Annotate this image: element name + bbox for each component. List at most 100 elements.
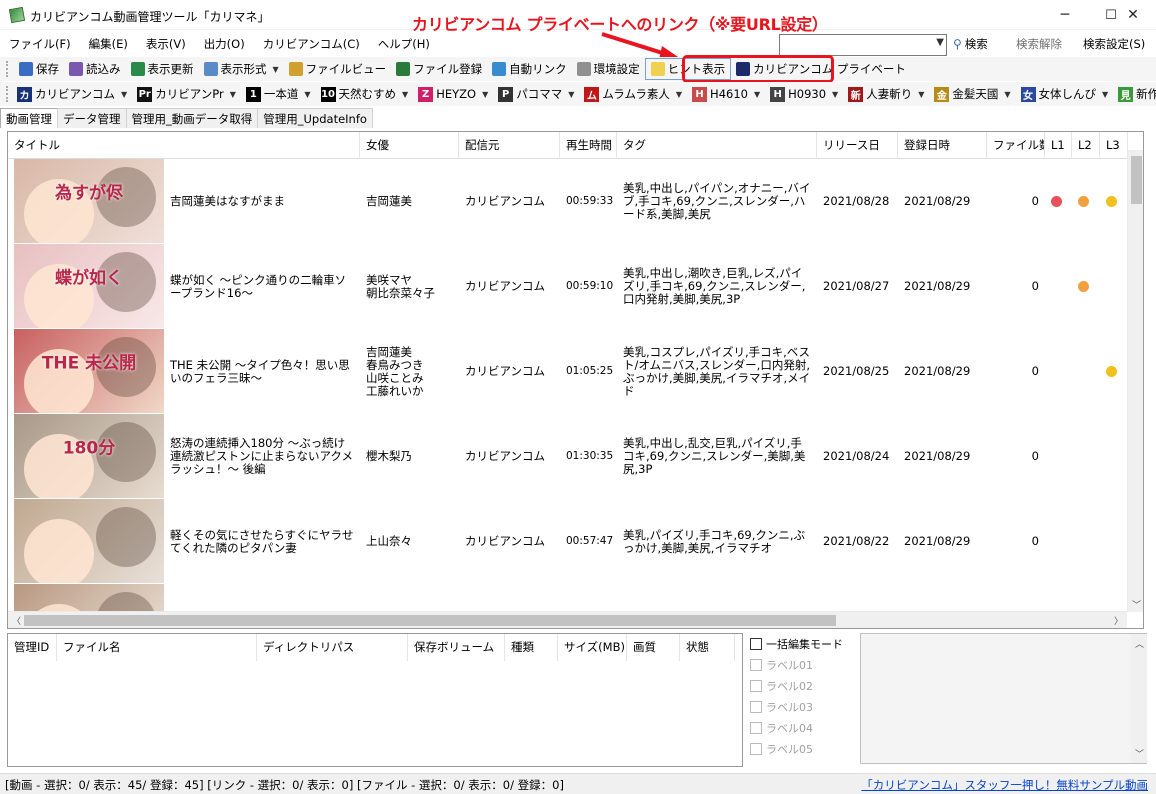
close-button[interactable]: ✕ xyxy=(1110,0,1156,30)
video-thumbnail[interactable]: 180分 xyxy=(14,414,164,498)
scroll-right-icon[interactable]: 〉 xyxy=(1114,614,1123,627)
file-column-header[interactable]: 管理ID xyxy=(8,634,57,661)
site-button-0[interactable]: カカリビアンコム ▼ xyxy=(12,83,132,105)
table-row[interactable]: 軽くその気にさせたらすぐにヤラせてくれた隣のピタパン妻 上山奈々 カリビアンコム 00… xyxy=(8,499,1127,584)
label-checkbox-2[interactable]: ラベル02 xyxy=(747,675,857,696)
chevron-down-icon[interactable]: ▼ xyxy=(402,90,408,99)
site-button-4[interactable]: Z HEYZO ▼ xyxy=(413,83,493,105)
bulk-edit-checkbox[interactable]: 一括編集モード xyxy=(747,633,857,654)
menu-item-0[interactable]: ファイル(F) xyxy=(0,33,80,55)
tab-0[interactable]: 動画管理 xyxy=(0,108,58,128)
scroll-left-icon[interactable]: 〈 xyxy=(12,614,21,627)
column-header[interactable]: L1 xyxy=(1045,132,1072,159)
file-column-header[interactable]: 状態 xyxy=(680,634,735,661)
column-header[interactable]: 女優 xyxy=(360,132,459,159)
vertical-scrollbar[interactable]: ﹀ xyxy=(1127,150,1143,612)
vertical-scroll-thumb[interactable] xyxy=(1131,156,1142,204)
table-row[interactable]: 為すが侭 吉岡蓮美はなすがまま 吉岡蓮美 カリビアンコム 00:59:33 美乳,中出し,… xyxy=(8,159,1127,244)
scroll-up-icon[interactable]: ︿ xyxy=(1135,637,1144,650)
column-header[interactable]: リリース日 xyxy=(817,132,898,159)
label-checkbox-5[interactable]: ラベル05 xyxy=(747,738,857,759)
label-checkbox-1[interactable]: ラベル01 xyxy=(747,654,857,675)
column-header[interactable]: L3 xyxy=(1100,132,1128,159)
memo-panel[interactable]: ︿ ﹀ xyxy=(860,633,1147,764)
video-thumbnail[interactable] xyxy=(14,584,164,611)
menu-item-5[interactable]: ヘルプ(H) xyxy=(369,33,439,55)
table-row[interactable]: 蝶が如く 蝶が如く ～ピンク通りの二輪車ソープランド16～ 美咲マヤ 朝比奈菜々子 カ… xyxy=(8,244,1127,329)
site-button-8[interactable]: H H0930 ▼ xyxy=(765,83,843,105)
checkbox-box[interactable] xyxy=(750,742,762,755)
menu-item-1[interactable]: 編集(E) xyxy=(80,33,137,55)
toolbar-button-1[interactable]: 読込み xyxy=(64,58,126,80)
chevron-down-icon[interactable]: ▼ xyxy=(273,65,279,74)
toolbar-button-2[interactable]: 表示更新 xyxy=(126,58,199,80)
table-row[interactable]: THE 未公開 THE 未公開 ～タイプ色々！思い思いのフェラ三昧～ 吉岡蓮美 春鳥… xyxy=(8,329,1127,414)
menu-item-2[interactable]: 表示(V) xyxy=(137,33,195,55)
search-settings-button[interactable]: 検索設定(S) xyxy=(1083,36,1145,52)
chevron-down-icon[interactable]: ▼ xyxy=(676,90,682,99)
checkbox-box[interactable] xyxy=(750,637,762,650)
table-row[interactable]: 180分 怒涛の連続挿入180分 ～ぶっ続け連続激ピストンに止まらないアクメラッシ… xyxy=(8,414,1127,499)
toolbar-button-3[interactable]: 表示形式 ▼ xyxy=(199,58,284,80)
chevron-down-icon[interactable]: ▼ xyxy=(482,90,488,99)
video-thumbnail[interactable]: 蝶が如く xyxy=(14,244,164,328)
site-button-6[interactable]: ムムラムラ素人 ▼ xyxy=(579,83,687,105)
column-header[interactable]: タグ xyxy=(617,132,817,159)
chevron-down-icon[interactable]: ▼ xyxy=(121,90,127,99)
menu-item-4[interactable]: カリビアンコム(C) xyxy=(254,33,369,55)
table-row[interactable] xyxy=(8,584,1127,611)
tab-3[interactable]: 管理用_UpdateInfo xyxy=(257,108,373,128)
video-thumbnail[interactable]: 為すが侭 xyxy=(14,159,164,243)
menu-item-3[interactable]: 出力(O) xyxy=(195,33,254,55)
scroll-down-icon[interactable]: ﹀ xyxy=(1135,747,1144,760)
column-header[interactable]: 再生時間 xyxy=(560,132,617,159)
column-header[interactable]: 配信元 xyxy=(459,132,560,159)
label-checkbox-4[interactable]: ラベル04 xyxy=(747,717,857,738)
chevron-down-icon[interactable]: ▼ xyxy=(1102,90,1108,99)
site-button-12[interactable]: 見新作見放題▼ xyxy=(1113,83,1156,105)
scroll-down-icon[interactable]: ﹀ xyxy=(1132,598,1141,611)
video-thumbnail[interactable] xyxy=(14,499,164,583)
column-header[interactable]: ファイル数 xyxy=(987,132,1045,159)
memo-scrollbar[interactable]: ︿ ﹀ xyxy=(1131,634,1147,763)
site-button-5[interactable]: P パコママ ▼ xyxy=(493,83,579,105)
chevron-down-icon[interactable]: ▼ xyxy=(1004,90,1010,99)
site-button-2[interactable]: 1 一本道 ▼ xyxy=(241,83,316,105)
column-header[interactable]: L2 xyxy=(1072,132,1100,159)
toolbar-button-4[interactable]: ファイルビュー xyxy=(284,58,392,80)
column-header[interactable]: タイトル xyxy=(8,132,360,159)
tab-2[interactable]: 管理用_動画データ取得 xyxy=(125,108,259,128)
sample-video-link[interactable]: 「カリビアンコム」スタッフ一押し！無料サンプル動画 xyxy=(861,777,1148,793)
file-column-header[interactable]: 種類 xyxy=(505,634,558,661)
chevron-down-icon[interactable]: ▼ xyxy=(918,90,924,99)
toolbar-button-6[interactable]: 自動リンク xyxy=(487,58,572,80)
site-button-11[interactable]: 女女体しんぴ ▼ xyxy=(1016,83,1114,105)
column-header[interactable]: 登録日時 xyxy=(898,132,987,159)
chevron-down-icon[interactable]: ▼ xyxy=(304,90,310,99)
tab-1[interactable]: データ管理 xyxy=(57,108,127,128)
toolbar-button-5[interactable]: ファイル登録 xyxy=(391,58,487,80)
chevron-down-icon[interactable]: ▼ xyxy=(832,90,838,99)
checkbox-box[interactable] xyxy=(750,658,762,671)
site-button-9[interactable]: 新人妻斬り ▼ xyxy=(843,83,929,105)
site-button-3[interactable]: 10 天然むすめ ▼ xyxy=(316,83,414,105)
toolbar-button-7[interactable]: 環境設定 xyxy=(572,58,645,80)
minimize-button[interactable]: ─ xyxy=(1042,0,1088,30)
site-button-1[interactable]: Pr カリビアンPr ▼ xyxy=(132,83,241,105)
chevron-down-icon[interactable]: ▼ xyxy=(230,90,236,99)
checkbox-box[interactable] xyxy=(750,679,762,692)
checkbox-box[interactable] xyxy=(750,700,762,713)
chevron-down-icon[interactable]: ▼ xyxy=(568,90,574,99)
horizontal-scroll-thumb[interactable] xyxy=(24,615,836,626)
file-column-header[interactable]: ファイル名 xyxy=(57,634,257,661)
site-button-10[interactable]: 金金髪天國 ▼ xyxy=(929,83,1015,105)
chevron-down-icon[interactable]: ▼ xyxy=(754,90,760,99)
chevron-down-icon[interactable]: ▼ xyxy=(936,37,944,48)
file-column-header[interactable]: サイズ(MB) xyxy=(558,634,627,661)
label-checkbox-3[interactable]: ラベル03 xyxy=(747,696,857,717)
search-combo[interactable]: ▼ xyxy=(779,34,947,56)
search-clear-button[interactable]: 検索解除 xyxy=(1016,36,1062,52)
horizontal-scrollbar[interactable]: 〈 〉 xyxy=(8,611,1127,628)
file-column-header[interactable]: 保存ボリューム xyxy=(408,634,505,661)
video-thumbnail[interactable]: THE 未公開 xyxy=(14,329,164,413)
